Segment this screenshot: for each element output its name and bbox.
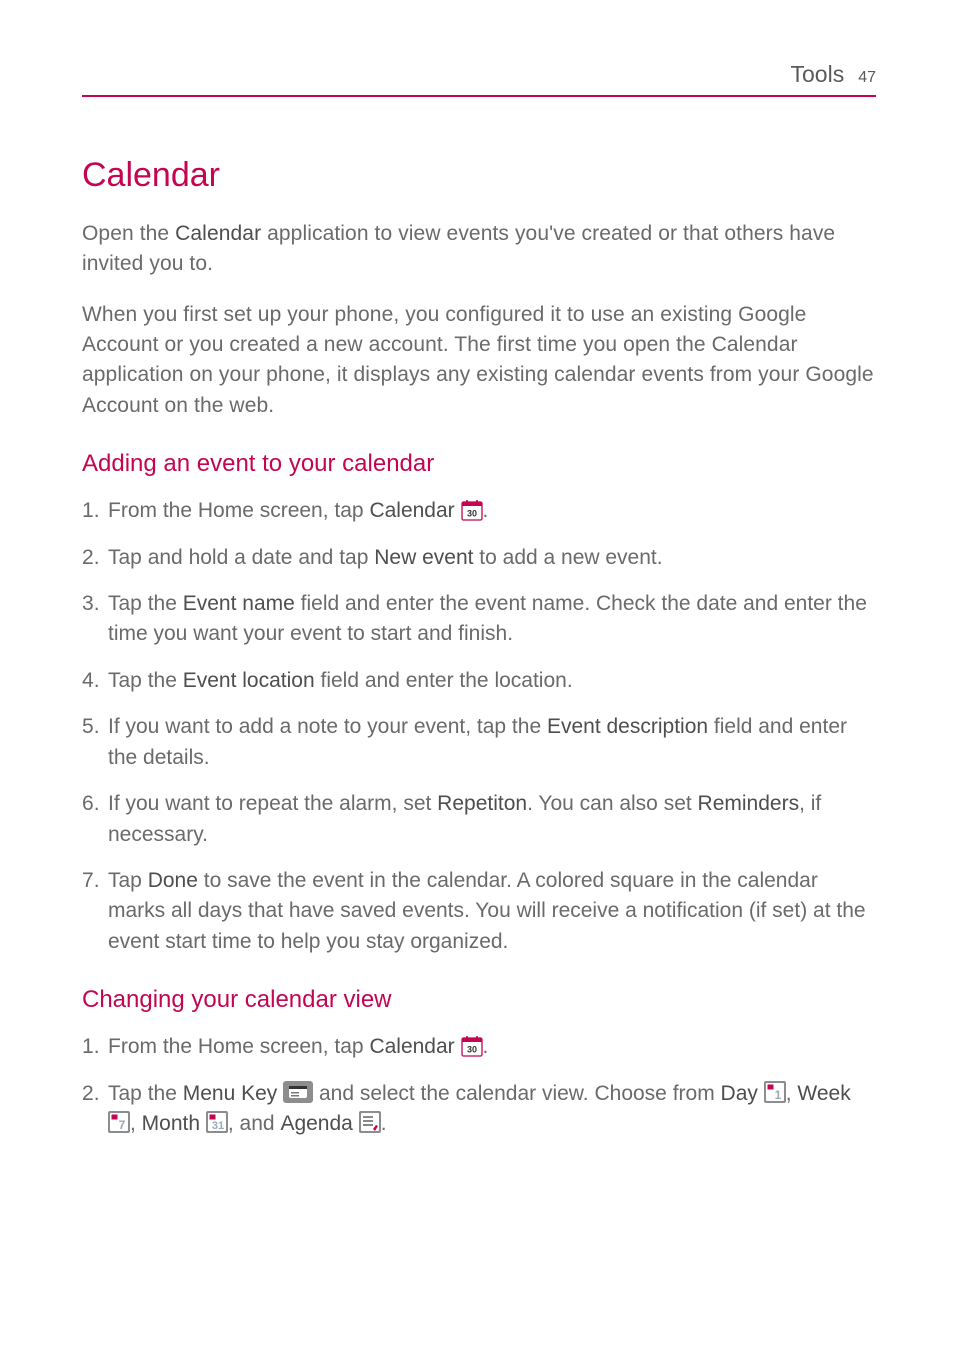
intro-paragraph-2: When you first set up your phone, you co… (82, 300, 876, 422)
text: Tap and hold a date and tap (108, 546, 374, 569)
bold-month: Month (142, 1112, 200, 1135)
text: field and enter the location. (315, 669, 573, 692)
text: , and (228, 1112, 281, 1135)
calendar-day-icon (764, 1081, 786, 1103)
text: . (483, 499, 489, 522)
bold-calendar: Calendar (369, 499, 454, 522)
text: If you want to add a note to your event,… (108, 715, 547, 738)
page-title: Calendar (82, 151, 876, 200)
text: , (786, 1082, 798, 1105)
text: Tap the (108, 669, 183, 692)
bold-agenda: Agenda (280, 1112, 352, 1135)
step-6: If you want to repeat the alarm, set Rep… (82, 789, 876, 850)
bold-done: Done (148, 869, 198, 892)
heading-adding-event: Adding an event to your calendar (82, 447, 876, 482)
text: Open the (82, 222, 175, 245)
bold-calendar: Calendar (175, 222, 261, 245)
menu-key-icon (283, 1081, 313, 1103)
text: to add a new event. (473, 546, 662, 569)
bold-event-name: Event name (183, 592, 295, 615)
calendar-30-icon (461, 1035, 483, 1057)
calendar-month-icon (206, 1111, 228, 1133)
steps-changing-view: From the Home screen, tap Calendar . Tap… (82, 1032, 876, 1139)
bold-calendar: Calendar (369, 1035, 454, 1058)
text: From the Home screen, tap (108, 1035, 369, 1058)
text: Tap (108, 869, 148, 892)
bold-day: Day (721, 1082, 758, 1105)
text: . (381, 1112, 387, 1135)
text: and select the calendar view. Choose fro… (313, 1082, 720, 1105)
heading-changing-view: Changing your calendar view (82, 983, 876, 1018)
step-2: Tap and hold a date and tap New event to… (82, 543, 876, 573)
text: to save the event in the calendar. A col… (108, 869, 866, 953)
calendar-agenda-icon (359, 1111, 381, 1133)
step-4: Tap the Event location field and enter t… (82, 666, 876, 696)
calendar-30-icon (461, 499, 483, 521)
bold-event-description: Event description (547, 715, 708, 738)
bold-menu-key: Menu Key (183, 1082, 278, 1105)
text: , (130, 1112, 142, 1135)
step-5: If you want to add a note to your event,… (82, 712, 876, 773)
bold-repetition: Repetiton (437, 792, 527, 815)
text: Tap the (108, 592, 183, 615)
step-3: Tap the Event name field and enter the e… (82, 589, 876, 650)
step-1: From the Home screen, tap Calendar . (82, 1032, 876, 1062)
running-header: Tools 47 (82, 58, 876, 97)
bold-new-event: New event (374, 546, 473, 569)
text: Tap the (108, 1082, 183, 1105)
intro-paragraph-1: Open the Calendar application to view ev… (82, 219, 876, 280)
text: . (483, 1035, 489, 1058)
text: From the Home screen, tap (108, 499, 369, 522)
step-2: Tap the Menu Key and select the calendar… (82, 1079, 876, 1140)
section-name: Tools (791, 58, 845, 91)
page: Tools 47 Calendar Open the Calendar appl… (0, 0, 954, 1139)
bold-reminders: Reminders (698, 792, 800, 815)
step-1: From the Home screen, tap Calendar . (82, 496, 876, 526)
bold-week: Week (797, 1082, 850, 1105)
text: . You can also set (527, 792, 697, 815)
steps-adding-event: From the Home screen, tap Calendar . Tap… (82, 496, 876, 957)
step-7: Tap Done to save the event in the calend… (82, 866, 876, 957)
text: If you want to repeat the alarm, set (108, 792, 437, 815)
bold-event-location: Event location (183, 669, 315, 692)
page-number: 47 (858, 66, 876, 89)
calendar-week-icon (108, 1111, 130, 1133)
